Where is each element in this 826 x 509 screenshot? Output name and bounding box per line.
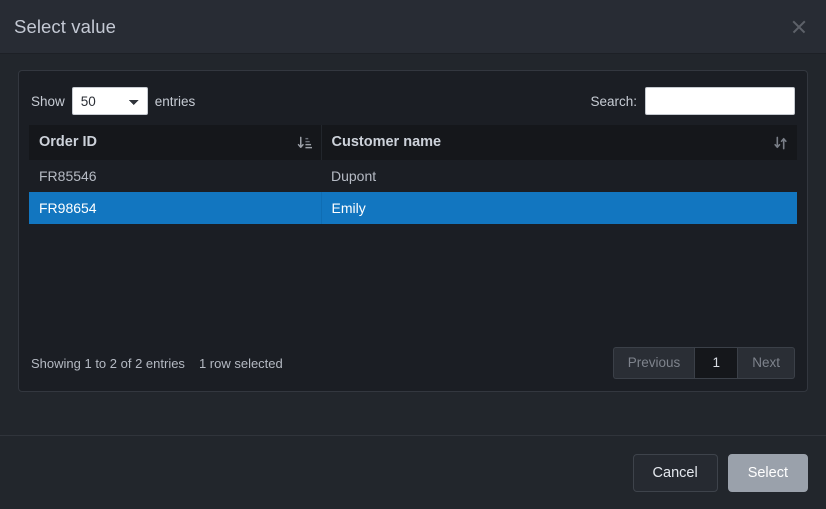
search-control: Search: <box>590 87 795 115</box>
search-input[interactable] <box>645 87 795 115</box>
table-head: Order ID Customer name <box>29 125 797 160</box>
datatable-footer: Showing 1 to 2 of 2 entries 1 row select… <box>29 347 797 381</box>
showing-entries-info: Showing 1 to 2 of 2 entries <box>31 355 185 371</box>
pagination-previous-button[interactable]: Previous <box>612 347 695 379</box>
column-header-customer-name[interactable]: Customer name <box>321 125 797 160</box>
sort-ascending-icon <box>297 136 312 148</box>
sort-none-icon <box>774 136 787 149</box>
cell-customer-name: Dupont <box>321 160 797 192</box>
modal-body: Show 50 entries Search: Order ID Custome… <box>0 54 826 435</box>
length-label: Show 50 entries <box>31 87 195 115</box>
table-row[interactable]: FR98654 Emily <box>29 192 797 224</box>
column-header-order-id-label: Order ID <box>39 134 98 150</box>
close-icon[interactable] <box>788 16 810 38</box>
modal-title: Select value <box>14 15 116 37</box>
search-label: Search: <box>590 93 637 109</box>
datatable-controls: Show 50 entries Search: <box>29 83 797 119</box>
pagination-page-1-button[interactable]: 1 <box>694 347 739 379</box>
table-header-row: Order ID Customer name <box>29 125 797 160</box>
entries-per-page-select[interactable]: 50 <box>71 87 148 115</box>
length-control: Show 50 entries <box>31 87 195 115</box>
results-table: Order ID Customer name FR85546 Dupont FR… <box>29 125 797 224</box>
cell-order-id: FR98654 <box>29 192 322 224</box>
datatable-panel: Show 50 entries Search: Order ID Custome… <box>18 70 808 392</box>
select-button[interactable]: Select <box>727 453 808 492</box>
column-header-customer-name-label: Customer name <box>331 134 442 150</box>
modal-footer: Cancel Select <box>0 435 826 509</box>
search-label-wrap: Search: <box>590 87 795 115</box>
datatable-info: Showing 1 to 2 of 2 entries 1 row select… <box>31 356 283 371</box>
select-value-modal: Select value Show 50 entries Search: Ord… <box>0 0 826 509</box>
column-header-order-id[interactable]: Order ID <box>29 125 322 160</box>
rows-selected-info: 1 row selected <box>198 355 283 371</box>
show-label: Show <box>31 93 65 109</box>
pagination: Previous 1 Next <box>612 347 795 379</box>
cell-customer-name: Emily <box>321 192 797 224</box>
pagination-next-button[interactable]: Next <box>738 347 795 379</box>
table-row[interactable]: FR85546 Dupont <box>29 160 797 192</box>
cancel-button[interactable]: Cancel <box>632 453 718 492</box>
datatable-table-wrapper: Order ID Customer name FR85546 Dupont FR… <box>29 125 797 224</box>
table-body: FR85546 Dupont FR98654 Emily <box>29 160 797 224</box>
modal-header: Select value <box>0 0 826 54</box>
entries-label: entries <box>154 93 196 109</box>
cell-order-id: FR85546 <box>29 160 321 192</box>
